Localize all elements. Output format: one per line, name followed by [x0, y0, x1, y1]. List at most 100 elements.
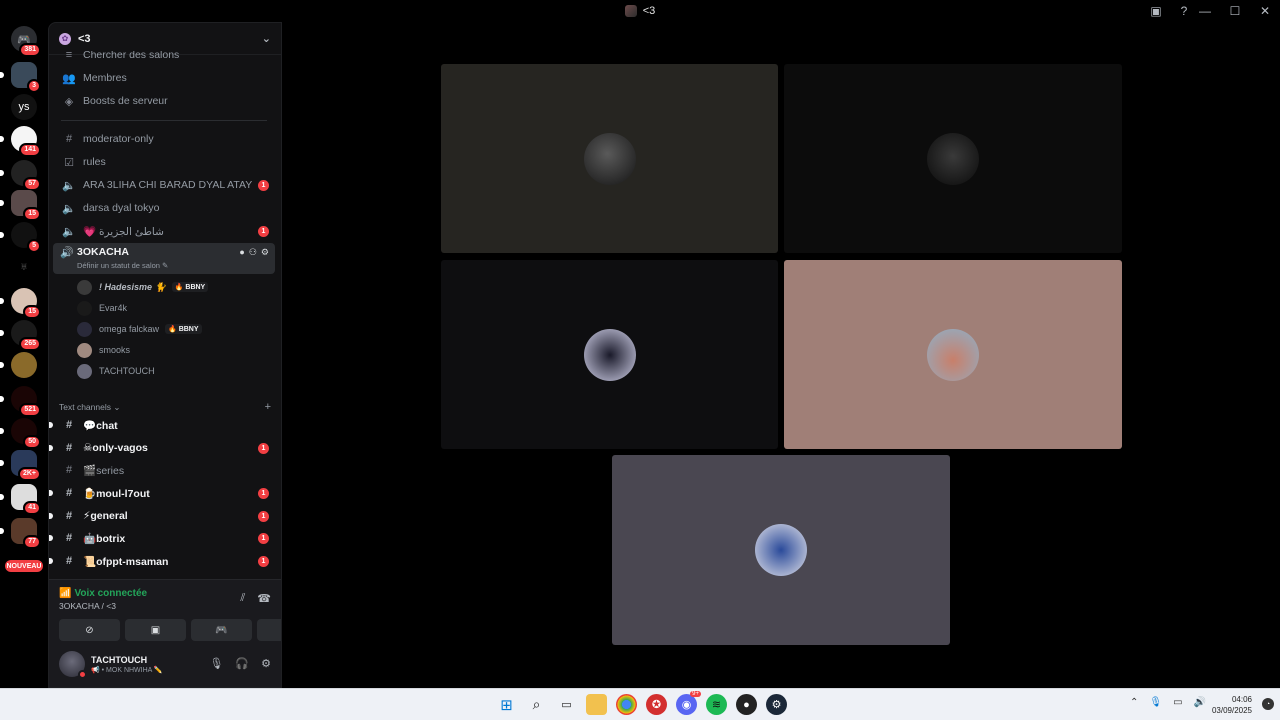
- server-icon-13[interactable]: 2K+: [0, 450, 41, 481]
- discord-icon[interactable]: ◉ 9+: [676, 691, 701, 715]
- voice-connection-panel: 📶Voix connectée 3OKACHA / <3 ⫽ ☎ ⊘ ▣ 🎮 ✦: [49, 579, 281, 645]
- avatar[interactable]: [59, 651, 87, 679]
- home-discord-icon[interactable]: 🎮 381: [11, 26, 41, 57]
- minimize-button[interactable]: —: [1190, 0, 1220, 22]
- voice-status[interactable]: 📶 Voix connectée: [59, 588, 147, 599]
- channel-voice-tokyo[interactable]: 🔈 darsa dyal tokyo: [53, 198, 275, 218]
- windows-start-icon[interactable]: ⊞: [496, 694, 517, 715]
- server-icon-14[interactable]: 41: [0, 484, 41, 515]
- video-tile-1[interactable]: [441, 64, 778, 253]
- chrome-icon[interactable]: [616, 694, 637, 715]
- server-icon-5[interactable]: 15: [0, 190, 41, 221]
- unread-dot: [49, 513, 53, 519]
- channel-voice-ara[interactable]: 🔈 ARA 3LIHA CHI BARAD DYAL ATAY 1: [53, 175, 275, 195]
- maximize-button[interactable]: ☐: [1220, 0, 1250, 22]
- hashtag-icon: #: [65, 555, 73, 567]
- active-voice-channel[interactable]: 🔊 3OKACHA Définir un statut de salon ✎ ●…: [53, 243, 275, 274]
- gear-icon[interactable]: ⚙: [261, 657, 271, 670]
- channel-only-vagos[interactable]: # ☠only-vagos 1: [49, 438, 275, 458]
- video-tile-2[interactable]: [784, 64, 1122, 253]
- server-icon-9[interactable]: 265: [0, 320, 41, 351]
- search-icon[interactable]: ⌕: [526, 694, 547, 715]
- microphone-icon[interactable]: 🎙: [209, 657, 223, 670]
- server-badge: 50: [23, 435, 41, 449]
- server-icon-1[interactable]: 3: [0, 62, 41, 93]
- server-icon-7[interactable]: ♅: [11, 254, 37, 280]
- voice-channel-path[interactable]: 3OKACHA / <3: [59, 601, 116, 611]
- server-badge: 15: [23, 305, 41, 319]
- voice-user-name: ! Hadesisme 🐈: [99, 281, 166, 292]
- signal-icon: 📶: [59, 588, 72, 599]
- notification-icon[interactable]: ◔: [1262, 698, 1274, 710]
- avatar: [77, 363, 92, 379]
- channel-label: 💬chat: [83, 419, 118, 432]
- channel-rules[interactable]: ☑ rules: [53, 152, 275, 172]
- server-badge: 2K+: [17, 467, 41, 481]
- volume-icon[interactable]: 🔊: [1194, 697, 1206, 708]
- add-channel-icon[interactable]: +: [265, 401, 271, 413]
- channel-botrix[interactable]: # 🤖botrix 1: [49, 528, 275, 548]
- server-icon-8[interactable]: 15: [0, 288, 41, 319]
- voice-user[interactable]: omega falckaw 🔥 BBNY: [77, 320, 202, 338]
- voice-user[interactable]: TACHTOUCH: [77, 362, 155, 380]
- inbox-icon[interactable]: ▣: [1148, 3, 1164, 19]
- members-icon: 👥: [62, 72, 76, 85]
- server-icon-11[interactable]: 521: [0, 386, 41, 417]
- gear-icon[interactable]: ⚙: [261, 247, 269, 258]
- channel-chat[interactable]: # 💬chat: [49, 415, 275, 435]
- server-rail: 🎮 381 3 ys 141 57 15 5 ♅ 15 265 521 50 2K…: [0, 22, 48, 688]
- new-server-badge[interactable]: NOUVEAU: [5, 560, 43, 572]
- spotify-icon[interactable]: ≋: [706, 694, 727, 715]
- server-icon-15[interactable]: 77: [0, 518, 41, 549]
- server-icon-12[interactable]: 50: [0, 418, 41, 449]
- unread-badge: 1: [258, 555, 269, 567]
- channel-general[interactable]: # ⚡general 1: [49, 506, 275, 526]
- app-red-icon[interactable]: ✪: [646, 694, 667, 715]
- discord-app: <3 ▣ ? — ☐ ✕ 🎮 381 3 ys 141 57 15 5 ♅ 15 …: [0, 0, 1280, 688]
- server-icon-10[interactable]: [0, 352, 37, 378]
- voice-user[interactable]: smooks: [77, 341, 130, 359]
- camera-off-icon: ⊘: [85, 624, 94, 636]
- username[interactable]: TACHTOUCH: [91, 655, 147, 665]
- video-tile-5[interactable]: [612, 455, 950, 645]
- task-view-icon[interactable]: ▭: [556, 694, 577, 715]
- voice-panel-actions: ⫽ ☎: [240, 592, 271, 605]
- disconnect-icon[interactable]: ☎: [257, 592, 271, 605]
- menu-server-boosts[interactable]: ◈ Boosts de serveur: [53, 91, 275, 111]
- microphone-tray-icon[interactable]: 🎙: [1149, 697, 1162, 708]
- file-explorer-icon[interactable]: [586, 694, 607, 715]
- server-icon-4[interactable]: 57: [0, 160, 41, 191]
- server-icon-ys[interactable]: ys: [11, 94, 37, 120]
- server-icon-3[interactable]: 141: [0, 126, 41, 157]
- channel-voice-beach[interactable]: 🔈 💗 شاطئ الجزيرة 1: [53, 221, 275, 241]
- menu-members[interactable]: 👥 Membres: [53, 68, 275, 88]
- channel-moderator-only[interactable]: # moderator-only: [53, 129, 275, 149]
- category-text-channels[interactable]: Text channels ⌄ +: [59, 401, 271, 413]
- media-app-icon[interactable]: ●: [736, 694, 757, 715]
- video-tile-4[interactable]: [784, 260, 1122, 449]
- menu-search-channels[interactable]: ≡ Chercher des salons: [53, 51, 275, 61]
- clock[interactable]: 04:06 03/09/2025: [1212, 694, 1252, 716]
- channel-status[interactable]: Définir un statut de salon ✎: [77, 261, 168, 270]
- category-label: Text channels ⌄: [59, 401, 121, 412]
- camera-off-button[interactable]: ⊘: [59, 619, 120, 641]
- close-button[interactable]: ✕: [1250, 0, 1280, 22]
- soundboard-button[interactable]: ✦: [257, 619, 281, 641]
- channel-series[interactable]: # 🎬series: [53, 460, 275, 480]
- network-icon[interactable]: ▭: [1173, 697, 1182, 708]
- video-tile-3[interactable]: [441, 260, 778, 449]
- chat-icon[interactable]: ●: [239, 247, 244, 258]
- headphones-icon[interactable]: 🎧: [235, 657, 249, 670]
- activities-button[interactable]: 🎮: [191, 619, 252, 641]
- taskbar-apps: ⊞ ⌕ ▭ ✪ ◉ 9+ ≋ ● ⚙: [496, 691, 787, 715]
- add-member-icon[interactable]: ⚇: [249, 247, 257, 258]
- chevron-up-icon[interactable]: ⌃: [1130, 697, 1138, 708]
- server-icon-6[interactable]: 5: [0, 222, 41, 253]
- channel-moul-l7out[interactable]: # 🍺moul-l7out 1: [49, 483, 275, 503]
- channel-ofppt-msaman[interactable]: # 📜ofppt-msaman 1: [49, 551, 275, 571]
- voice-user[interactable]: Evar4k: [77, 299, 127, 317]
- steam-icon[interactable]: ⚙: [766, 694, 787, 715]
- voice-user[interactable]: ! Hadesisme 🐈 🔥 BBNY: [77, 278, 209, 296]
- noise-suppression-icon[interactable]: ⫽: [240, 592, 245, 605]
- screen-share-button[interactable]: ▣: [125, 619, 186, 641]
